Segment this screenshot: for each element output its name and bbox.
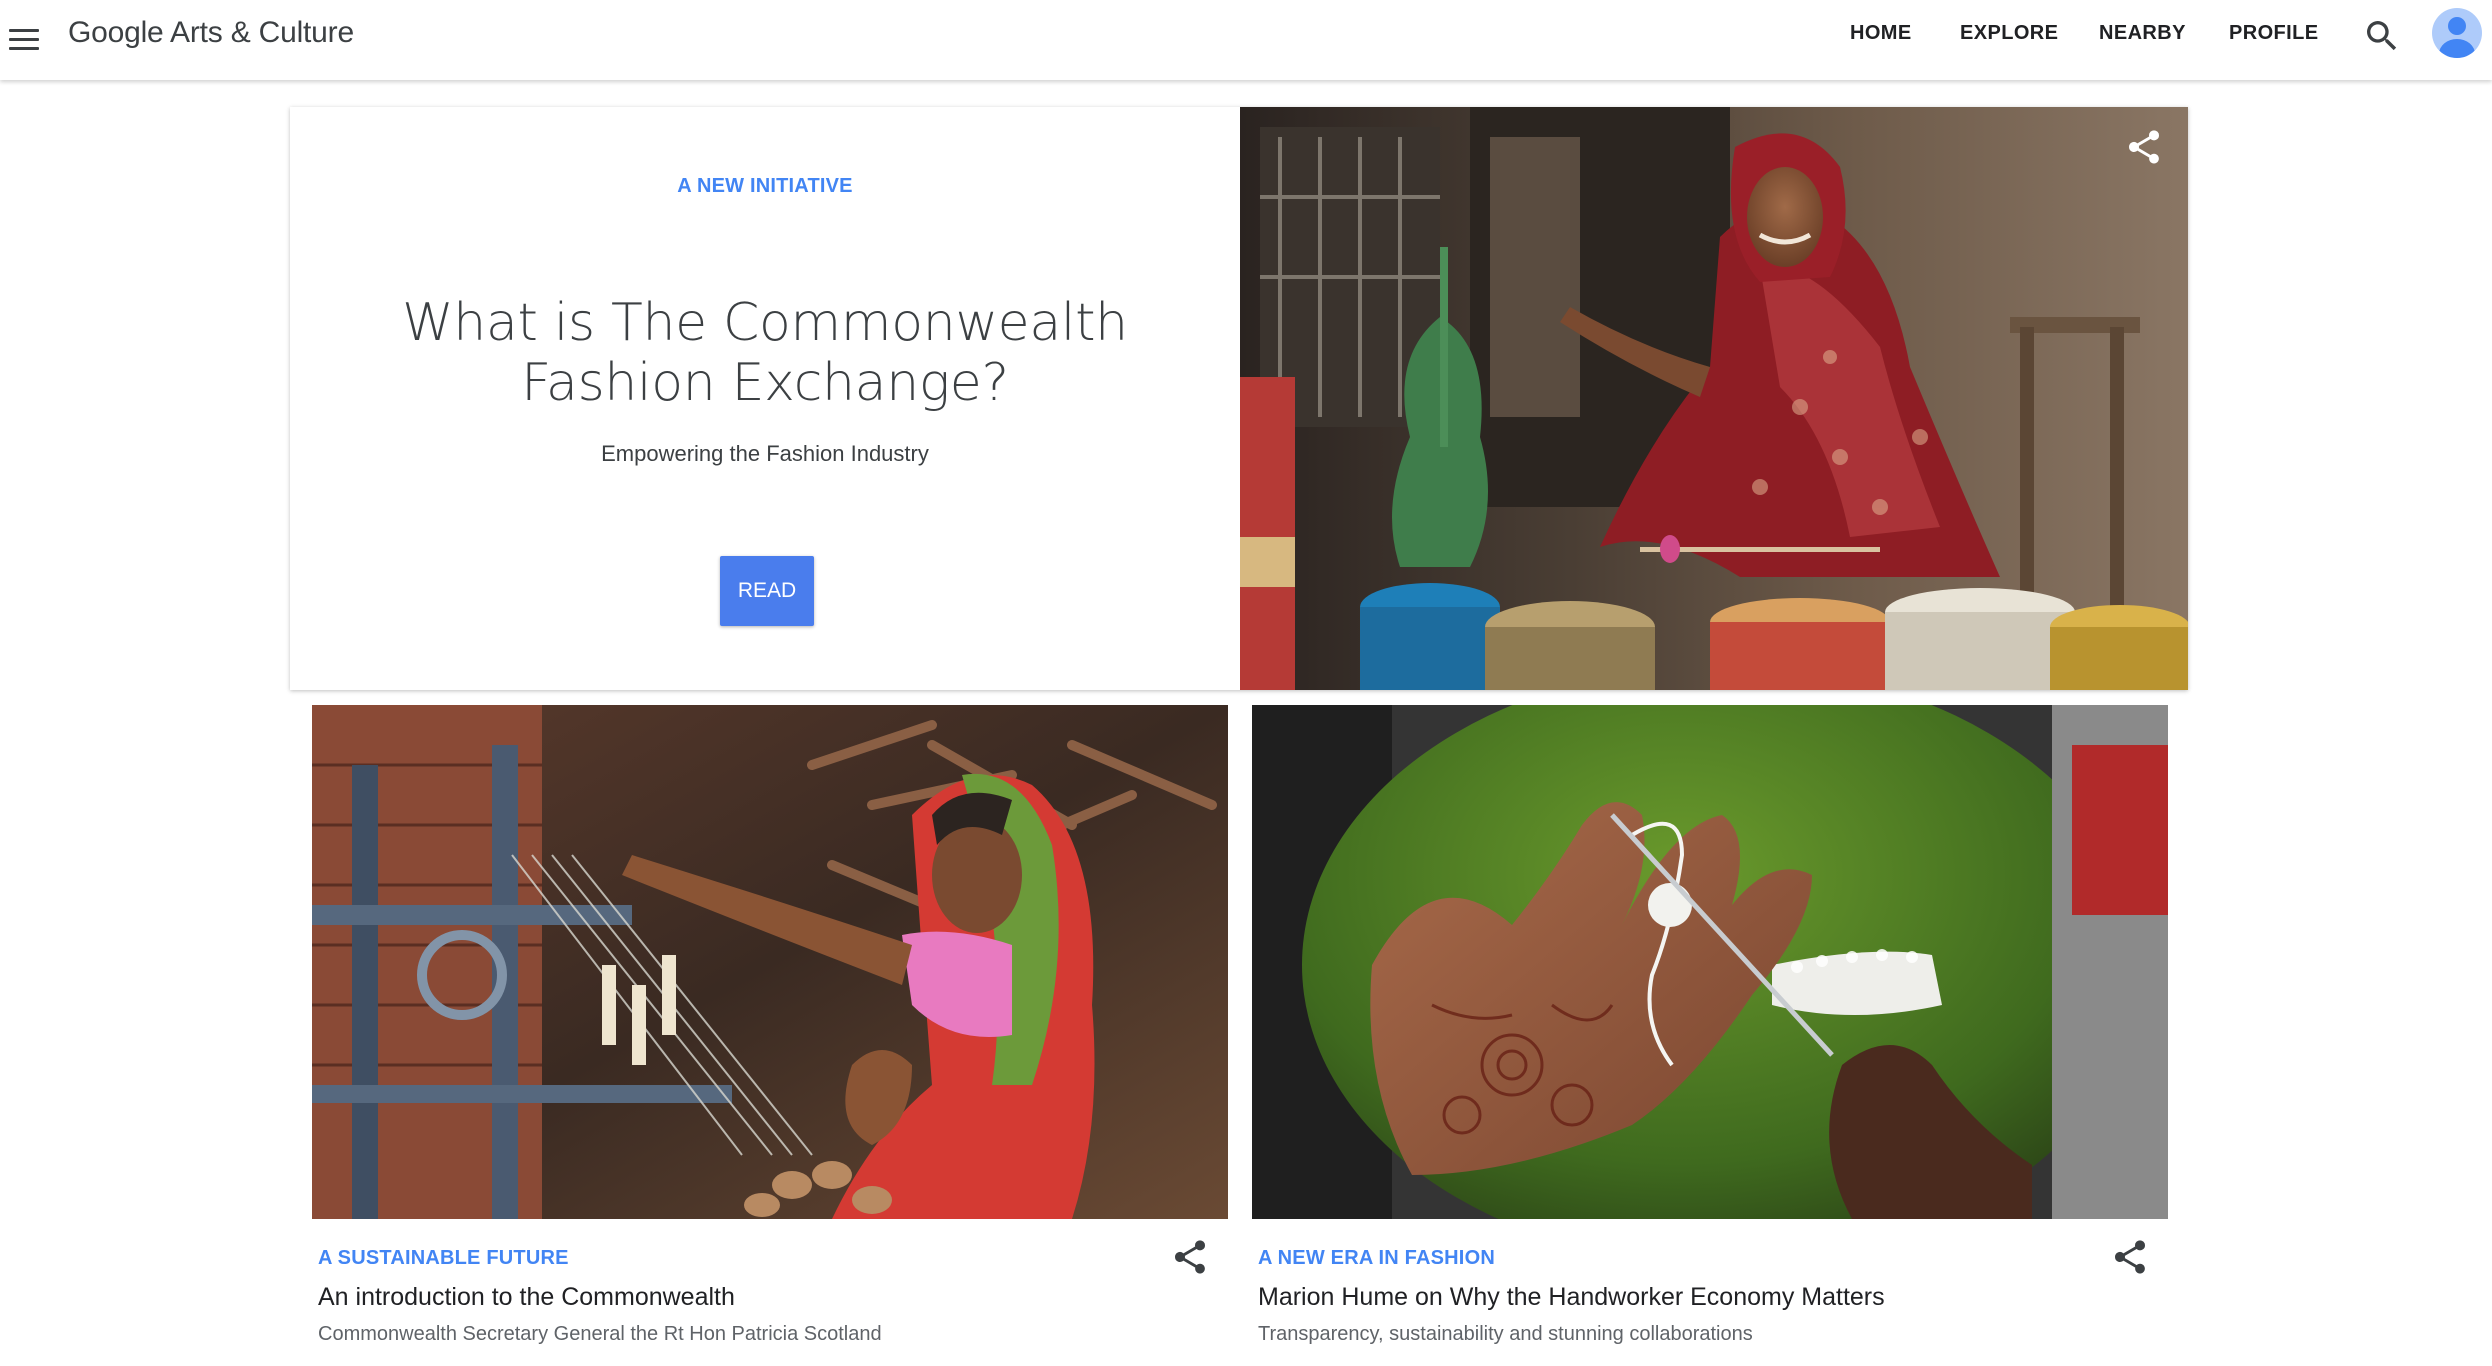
hamburger-menu-icon[interactable] bbox=[6, 14, 58, 66]
nav-nearby[interactable]: NEARBY bbox=[2099, 22, 2186, 45]
app-logo[interactable]: Google Arts & Culture bbox=[68, 16, 354, 50]
card-image-loom-woman[interactable] bbox=[312, 705, 1228, 1219]
hero-title: What is The Commonwealth Fashion Exchang… bbox=[402, 293, 1128, 413]
story-card-commonwealth: A SUSTAINABLE FUTURE An introduction to … bbox=[312, 705, 1228, 1366]
nav-profile[interactable]: PROFILE bbox=[2229, 22, 2318, 45]
hero-eyebrow: A NEW INITIATIVE bbox=[677, 175, 853, 197]
user-avatar[interactable] bbox=[2432, 8, 2482, 58]
share-icon[interactable] bbox=[2110, 1237, 2154, 1281]
card-description: Commonwealth Secretary General the Rt Ho… bbox=[318, 1323, 882, 1345]
hero-story-card: A NEW INITIATIVE What is The Commonwealt… bbox=[290, 107, 2188, 690]
top-app-bar: Google Arts & Culture HOME EXPLORE NEARB… bbox=[0, 0, 2492, 80]
nav-explore[interactable]: EXPLORE bbox=[1960, 22, 2058, 45]
read-button[interactable]: READ bbox=[720, 556, 814, 626]
card-title[interactable]: An introduction to the Commonwealth bbox=[318, 1283, 735, 1312]
card-image-henna-hand-crochet[interactable] bbox=[1252, 705, 2168, 1219]
share-icon[interactable] bbox=[2124, 127, 2164, 167]
hero-subtitle: Empowering the Fashion Industry bbox=[601, 441, 929, 466]
card-eyebrow: A NEW ERA IN FASHION bbox=[1258, 1247, 1495, 1269]
card-description: Transparency, sustainability and stunnin… bbox=[1258, 1323, 1753, 1345]
share-icon[interactable] bbox=[1170, 1237, 1214, 1281]
story-card-handworker-economy: A NEW ERA IN FASHION Marion Hume on Why … bbox=[1252, 705, 2168, 1366]
card-eyebrow: A SUSTAINABLE FUTURE bbox=[318, 1247, 569, 1269]
hero-text-panel: A NEW INITIATIVE What is The Commonwealt… bbox=[290, 107, 1240, 690]
search-icon[interactable] bbox=[2362, 16, 2402, 56]
nav-home[interactable]: HOME bbox=[1850, 22, 1912, 45]
card-title[interactable]: Marion Hume on Why the Handworker Econom… bbox=[1258, 1283, 1885, 1312]
hero-image-spinning-woman[interactable] bbox=[1240, 107, 2188, 690]
